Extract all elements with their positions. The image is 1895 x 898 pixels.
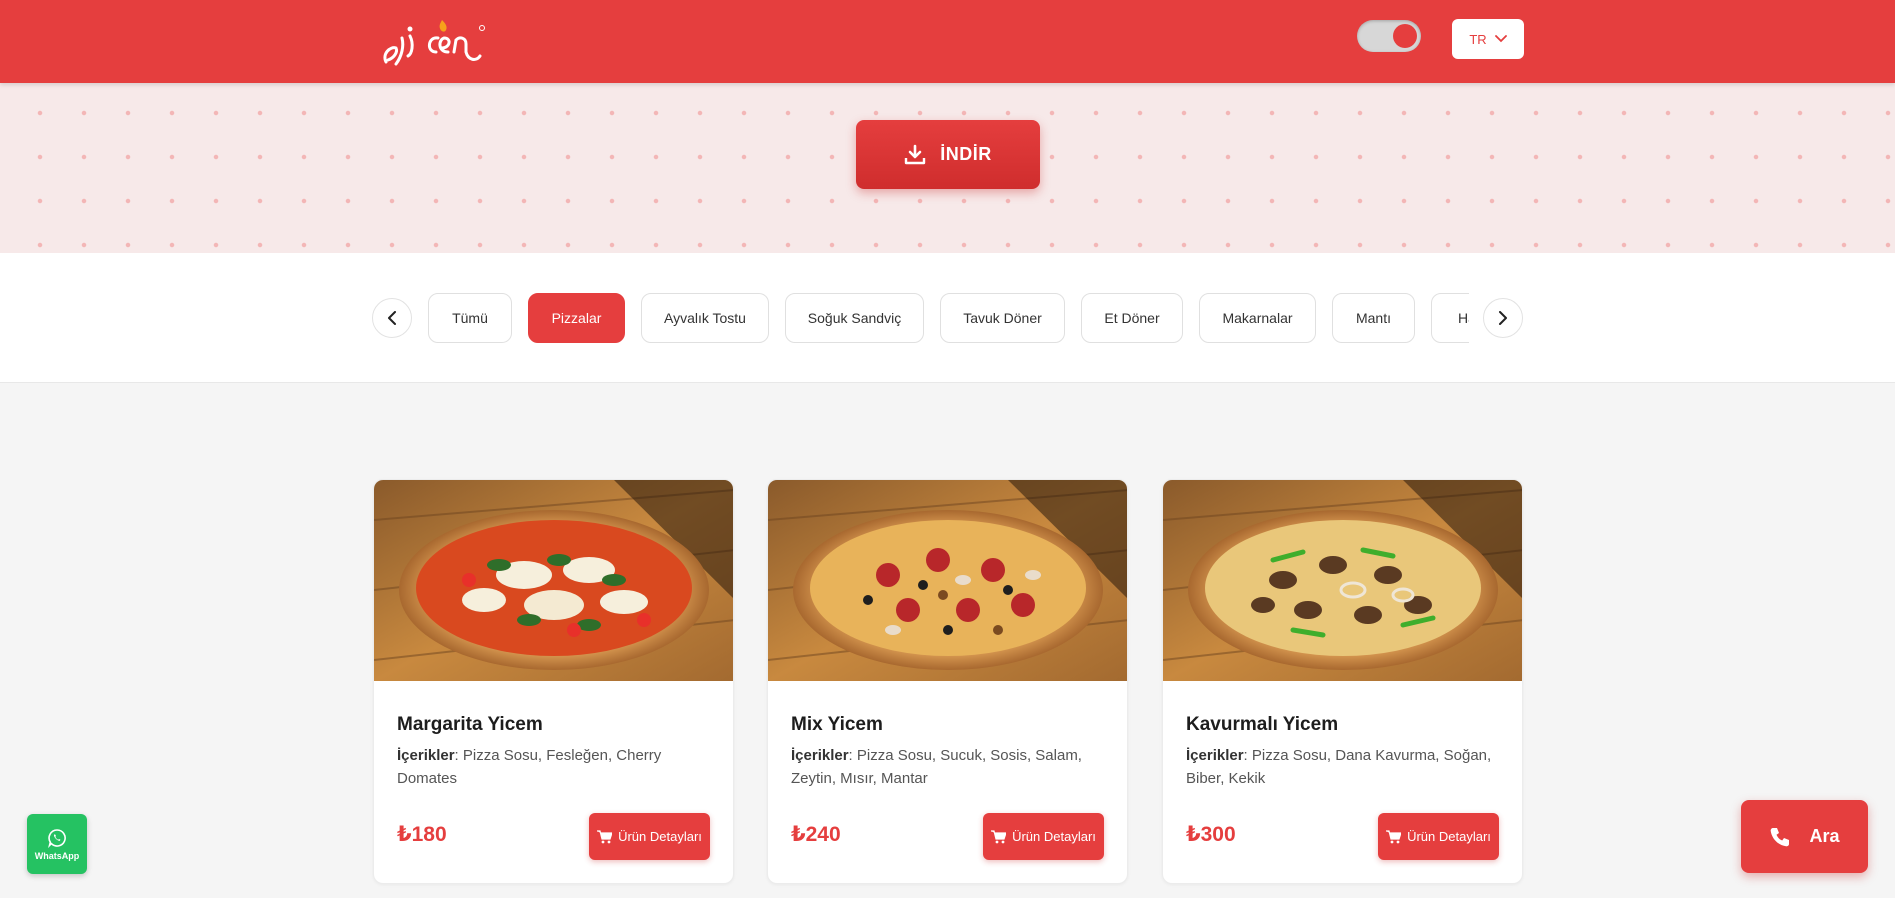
margarita-pizza-image: [374, 480, 733, 681]
download-label: İNDİR: [940, 144, 992, 164]
scroll-left-button[interactable]: [372, 298, 412, 338]
product-card: Kavurmalı Yicem İçerikler: Pizza Sosu, D…: [1162, 479, 1523, 884]
cart-icon: [1386, 829, 1402, 843]
product-price: ₺300: [1186, 823, 1236, 846]
whatsapp-button[interactable]: WhatsApp: [27, 814, 87, 874]
product-price: ₺240: [791, 823, 841, 846]
download-icon: [905, 144, 926, 164]
kavurma-pizza-image: [1163, 480, 1522, 681]
scroll-right-button[interactable]: [1483, 298, 1523, 338]
product-name: Kavurmalı Yicem: [1186, 714, 1339, 735]
category-ayvalik-tostu[interactable]: Ayvalık Tostu: [641, 293, 769, 343]
cart-icon: [991, 829, 1007, 843]
language-selector[interactable]: TR: [1452, 19, 1524, 59]
product-name: Margarita Yicem: [397, 714, 543, 735]
mix-pizza-image: [768, 480, 1127, 681]
call-button[interactable]: Ara: [1741, 800, 1868, 873]
language-code: TR: [1469, 31, 1487, 47]
whatsapp-icon: [48, 828, 66, 848]
product-details-button[interactable]: Ürün Detayları: [1378, 813, 1499, 860]
category-et-doner[interactable]: Et Döner: [1081, 293, 1183, 343]
call-label: Ara: [1809, 826, 1840, 846]
category-tumu[interactable]: Tümü: [428, 293, 512, 343]
phone-icon: [1771, 827, 1790, 846]
category-soguk-sandvic[interactable]: Soğuk Sandviç: [785, 293, 924, 343]
category-bar: Tümü Pizzalar Ayvalık Tostu Soğuk Sandvi…: [0, 253, 1895, 383]
category-list: Tümü Pizzalar Ayvalık Tostu Soğuk Sandvi…: [428, 293, 1469, 345]
theme-toggle[interactable]: [1357, 20, 1421, 52]
product-ingredients: İçerikler: Pizza Sosu, Dana Kavurma, Soğ…: [1186, 747, 1492, 787]
product-ingredients: İçerikler: Pizza Sosu, Fesleğen, Cherry …: [397, 747, 662, 787]
product-card: Margarita Yicem İçerikler: Pizza Sosu, F…: [373, 479, 734, 884]
product-price: ₺180: [397, 823, 447, 846]
cart-icon: [597, 829, 613, 843]
category-tavuk-doner[interactable]: Tavuk Döner: [940, 293, 1065, 343]
category-manti[interactable]: Mantı: [1332, 293, 1415, 343]
download-button[interactable]: İNDİR: [856, 120, 1040, 189]
product-details-button[interactable]: Ürün Detayları: [589, 813, 710, 860]
category-makarnalar[interactable]: Makarnalar: [1199, 293, 1316, 343]
top-header: TR: [0, 0, 1895, 83]
chevron-left-icon: [388, 311, 396, 325]
toggle-knob: [1393, 24, 1417, 48]
category-pizzalar[interactable]: Pizzalar: [528, 293, 625, 343]
chevron-right-icon: [1499, 311, 1507, 325]
brand-logo[interactable]: [380, 16, 496, 70]
chevron-down-icon: [1494, 35, 1507, 43]
product-card: Mix Yicem İçerikler: Pizza Sosu, Sucuk, …: [767, 479, 1128, 884]
whatsapp-label: WhatsApp: [34, 850, 80, 861]
product-details-button[interactable]: Ürün Detayları: [983, 813, 1104, 860]
product-name: Mix Yicem: [791, 714, 883, 735]
product-ingredients: İçerikler: Pizza Sosu, Sucuk, Sosis, Sal…: [791, 747, 1082, 787]
category-partial[interactable]: Ha: [1431, 293, 1469, 343]
